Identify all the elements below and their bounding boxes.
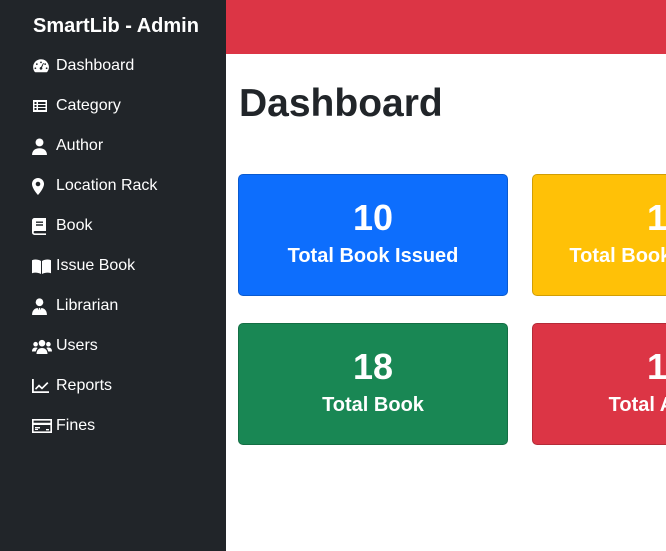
main-content: Dashboard 10 Total Book Issued 10 Total … xyxy=(226,54,666,551)
sidebar-item-label: Users xyxy=(56,337,98,354)
brand-title[interactable]: SmartLib - Admin xyxy=(33,15,199,38)
sidebar-item-book[interactable]: Book xyxy=(0,206,226,246)
stat-label: Total Author xyxy=(608,394,666,416)
users-icon xyxy=(32,336,52,356)
stat-card-total-book[interactable]: 18 Total Book xyxy=(238,323,508,445)
open-book-icon xyxy=(32,256,52,276)
top-bar xyxy=(226,0,666,54)
gauge-icon xyxy=(32,56,52,76)
sidebar-item-author[interactable]: Author xyxy=(0,126,226,166)
sidebar-item-users[interactable]: Users xyxy=(0,326,226,366)
chart-line-icon xyxy=(32,376,52,396)
stat-label: Total Book Issued xyxy=(287,245,459,267)
money-card-icon xyxy=(32,416,52,436)
sidebar: SmartLib - Admin Dashboard Category Auth… xyxy=(0,0,226,551)
sidebar-item-location-rack[interactable]: Location Rack xyxy=(0,166,226,206)
stat-card-total-book-returned[interactable]: 10 Total Book Returned xyxy=(532,174,666,296)
stat-value: 10 xyxy=(646,197,666,238)
sidebar-item-reports[interactable]: Reports xyxy=(0,366,226,406)
list-icon xyxy=(32,96,52,116)
sidebar-nav: Dashboard Category Author Location Rack … xyxy=(0,46,226,446)
sidebar-item-category[interactable]: Category xyxy=(0,86,226,126)
stat-value: 10 xyxy=(352,197,394,238)
stat-card-total-book-issued[interactable]: 10 Total Book Issued xyxy=(238,174,508,296)
sidebar-item-fines[interactable]: Fines xyxy=(0,406,226,446)
sidebar-item-label: Fines xyxy=(56,417,96,434)
stat-label: Total Book Returned xyxy=(569,245,666,267)
stat-card-total-author[interactable]: 10 Total Author xyxy=(532,323,666,445)
sidebar-item-label: Reports xyxy=(56,377,113,394)
map-pin-icon xyxy=(32,176,52,196)
sidebar-item-dashboard[interactable]: Dashboard xyxy=(0,46,226,86)
sidebar-item-label: Librarian xyxy=(56,297,119,314)
sidebar-item-label: Category xyxy=(56,97,121,114)
sidebar-item-label: Author xyxy=(56,137,104,154)
stat-label: Total Book xyxy=(322,394,424,416)
stat-value: 18 xyxy=(352,346,394,387)
sidebar-item-label: Issue Book xyxy=(56,257,136,274)
sidebar-item-issue-book[interactable]: Issue Book xyxy=(0,246,226,286)
user-icon xyxy=(32,136,52,156)
book-icon xyxy=(32,216,52,236)
user-tie-icon xyxy=(32,296,52,316)
sidebar-item-label: Book xyxy=(56,217,93,234)
sidebar-item-label: Location Rack xyxy=(56,177,158,194)
page-title: Dashboard xyxy=(239,82,443,125)
stat-value: 10 xyxy=(646,346,666,387)
sidebar-item-label: Dashboard xyxy=(56,57,135,74)
sidebar-item-librarian[interactable]: Librarian xyxy=(0,286,226,326)
